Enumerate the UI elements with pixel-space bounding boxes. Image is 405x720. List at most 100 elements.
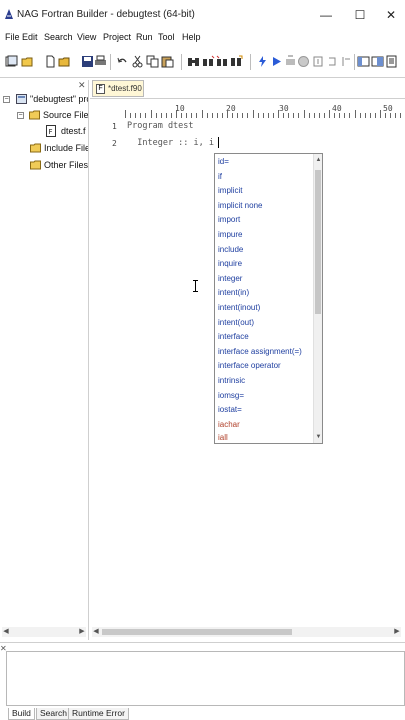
scroll-right-icon[interactable]: ▶ [78, 627, 86, 637]
print-icon[interactable] [94, 55, 107, 68]
autocomplete-item[interactable]: iostat= [218, 405, 242, 414]
editor-tab-dtest[interactable]: F *dtest.f90 [92, 80, 144, 97]
ruler-tick [339, 113, 341, 118]
editor-tab-label: *dtest.f90 [108, 84, 142, 93]
autocomplete-item[interactable]: include [218, 245, 243, 254]
tree-file-label: dtest.f [61, 126, 86, 136]
tab-build[interactable]: Build [8, 708, 35, 720]
scroll-up-icon[interactable]: ▲ [315, 156, 322, 164]
autocomplete-popup[interactable]: ▲ ▼ id= if implicit implicit none import impu… [214, 153, 323, 444]
menu-help[interactable]: Help [182, 32, 201, 42]
autocomplete-item[interactable]: if [218, 172, 222, 181]
run-icon[interactable] [270, 55, 283, 68]
autocomplete-item[interactable]: intent(out) [218, 318, 254, 327]
ruler-tick [150, 110, 152, 118]
ruler-tick [313, 113, 315, 118]
layout-icon[interactable] [357, 55, 370, 68]
tree-item-include-files[interactable]: Include File [30, 142, 88, 155]
ruler-tick [216, 113, 218, 118]
ruler-tick [354, 110, 356, 118]
autocomplete-scrollbar[interactable]: ▲ ▼ [313, 154, 322, 443]
code-line-2[interactable]: Integer :: i, i [127, 138, 214, 148]
menu-edit[interactable]: Edit [22, 32, 38, 42]
open-file-icon[interactable] [58, 55, 71, 68]
editor-horizontal-scrollbar[interactable]: ◀ ▶ [92, 627, 401, 637]
compile-icon[interactable] [256, 55, 269, 68]
autocomplete-item[interactable]: intent(inout) [218, 303, 260, 312]
replace-icon[interactable] [230, 55, 243, 68]
scroll-left-icon[interactable]: ◀ [92, 627, 100, 637]
folder-icon [30, 160, 41, 170]
undo-icon[interactable] [116, 55, 129, 68]
save-icon[interactable] [81, 55, 94, 68]
find-next-icon[interactable] [202, 55, 215, 68]
autocomplete-item[interactable]: impure [218, 230, 242, 239]
project-icon [16, 94, 27, 104]
ruler-tick [334, 113, 336, 118]
autocomplete-item[interactable]: import [218, 215, 240, 224]
menu-bar: File Edit Search View Project Run Tool H… [0, 30, 405, 45]
autocomplete-item[interactable]: interface operator [218, 361, 281, 370]
scroll-right-icon[interactable]: ▶ [393, 627, 401, 637]
autocomplete-item[interactable]: implicit none [218, 201, 262, 210]
autocomplete-item[interactable]: interface [218, 332, 249, 341]
menu-view[interactable]: View [77, 32, 96, 42]
autocomplete-item[interactable]: iall [218, 433, 228, 442]
tree-item-other-files[interactable]: Other Files [30, 159, 88, 172]
ruler-tick [283, 113, 285, 118]
editor-scroll-thumb[interactable] [102, 629, 292, 635]
tree-item-project[interactable]: − "debugtest" pro [2, 93, 88, 106]
tree-item-source-files[interactable]: − Source File [16, 109, 88, 122]
tree-item-file[interactable]: F dtest.f [46, 125, 88, 138]
autocomplete-item[interactable]: iomsg= [218, 391, 244, 400]
docs-icon[interactable] [385, 55, 398, 68]
ruler-label: 30 [279, 104, 289, 113]
copy-icon[interactable] [146, 55, 159, 68]
step-over-icon[interactable] [326, 55, 339, 68]
ruler-tick [206, 113, 208, 118]
tab-search[interactable]: Search [36, 708, 71, 720]
autocomplete-item[interactable]: implicit [218, 186, 242, 195]
ruler-tick [369, 113, 371, 118]
window-layout-icon[interactable] [371, 55, 384, 68]
autocomplete-item[interactable]: iachar [218, 420, 240, 429]
autocomplete-item[interactable]: interface assignment(=) [218, 347, 302, 356]
autocomplete-scroll-thumb[interactable] [315, 170, 321, 314]
menu-run[interactable]: Run [136, 32, 153, 42]
minimize-button[interactable]: — [315, 6, 337, 24]
step-into-icon[interactable] [312, 55, 325, 68]
menu-search[interactable]: Search [44, 32, 73, 42]
toolbar-divider [0, 77, 405, 78]
find-previous-icon[interactable] [216, 55, 229, 68]
find-icon[interactable] [187, 55, 200, 68]
code-line-1[interactable]: Program dtest [127, 121, 194, 131]
ruler-tick [145, 113, 147, 118]
autocomplete-item[interactable]: integer [218, 274, 242, 283]
tree-horizontal-scrollbar[interactable]: ◀ ▶ [2, 627, 86, 637]
new-project-icon[interactable] [5, 55, 18, 68]
paste-icon[interactable] [161, 55, 174, 68]
scroll-left-icon[interactable]: ◀ [2, 627, 10, 637]
breakpoint-icon[interactable] [340, 55, 353, 68]
cut-icon[interactable] [131, 55, 144, 68]
collapse-icon[interactable]: − [17, 112, 24, 119]
new-file-icon[interactable] [44, 55, 57, 68]
open-project-icon[interactable] [21, 55, 34, 68]
autocomplete-item[interactable]: intrinsic [218, 376, 245, 385]
scroll-down-icon[interactable]: ▼ [315, 433, 322, 441]
tab-runtime-error[interactable]: Runtime Error [68, 708, 129, 720]
collapse-icon[interactable]: − [3, 96, 10, 103]
debug-step-icon[interactable] [284, 55, 297, 68]
menu-project[interactable]: Project [103, 32, 131, 42]
tree-splitter[interactable] [88, 80, 89, 640]
stop-icon[interactable] [297, 55, 310, 68]
menu-tool[interactable]: Tool [158, 32, 175, 42]
autocomplete-item[interactable]: id= [218, 157, 229, 166]
close-button[interactable]: ✕ [380, 6, 402, 24]
menu-file[interactable]: File [5, 32, 20, 42]
autocomplete-item[interactable]: intent(in) [218, 288, 249, 297]
output-splitter[interactable] [0, 642, 405, 643]
autocomplete-item[interactable]: inquire [218, 259, 242, 268]
output-pane[interactable] [6, 651, 405, 706]
maximize-button[interactable]: ☐ [349, 6, 371, 24]
